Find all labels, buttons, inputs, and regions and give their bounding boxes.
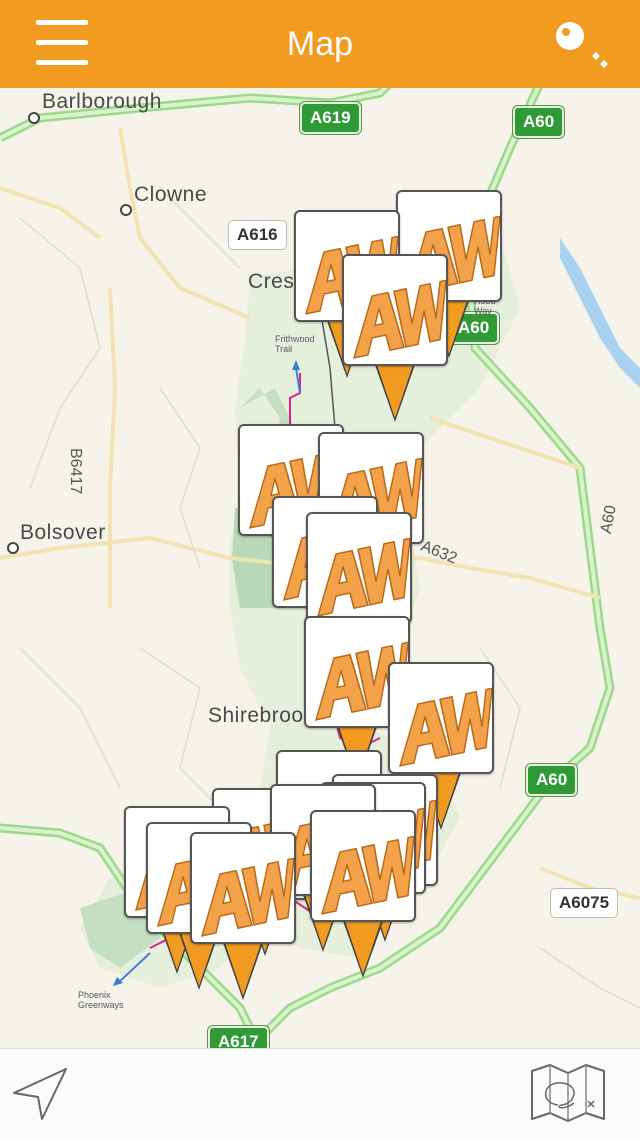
aw-logo-icon: [320, 835, 414, 915]
place-label-shirebrook: Shirebrook: [208, 704, 315, 727]
road-label-b6417: B6417: [67, 448, 84, 495]
road-badge-a616: A616: [228, 220, 287, 250]
road-badge-a617: A617: [208, 1026, 269, 1048]
aw-logo-icon: [316, 537, 410, 617]
road-badge-a619: A619: [300, 102, 361, 134]
location-arrow-icon[interactable]: [10, 1065, 70, 1123]
place-label-bolsover: Bolsover: [20, 521, 106, 544]
page-title: Map: [286, 25, 354, 63]
map-pin-marker[interactable]: [190, 832, 298, 1000]
road-badge-a6075: A6075: [550, 888, 619, 918]
map-pin-marker[interactable]: [342, 254, 450, 422]
map-pin-marker[interactable]: [310, 810, 418, 978]
key-icon[interactable]: [552, 18, 612, 74]
place-label-clowne: Clowne: [134, 183, 208, 206]
place-label-creswell: Cres: [248, 270, 295, 293]
trail-label-phoenix: Phoenix Greenways: [78, 990, 124, 1010]
top-bar: Map: [0, 0, 640, 88]
aw-logo-icon: [200, 857, 294, 937]
map-view[interactable]: Barlborough Clowne Cres Bolsover Shirebr…: [0, 88, 640, 1048]
road-badge-a60: A60: [526, 764, 578, 796]
map-icon[interactable]: [528, 1063, 608, 1123]
aw-logo-icon: [398, 687, 492, 767]
place-label-barlborough: Barlborough: [42, 90, 162, 113]
bottom-toolbar: [0, 1048, 640, 1137]
road-badge-a60: A60: [513, 106, 565, 138]
aw-logo-icon: [352, 279, 446, 359]
